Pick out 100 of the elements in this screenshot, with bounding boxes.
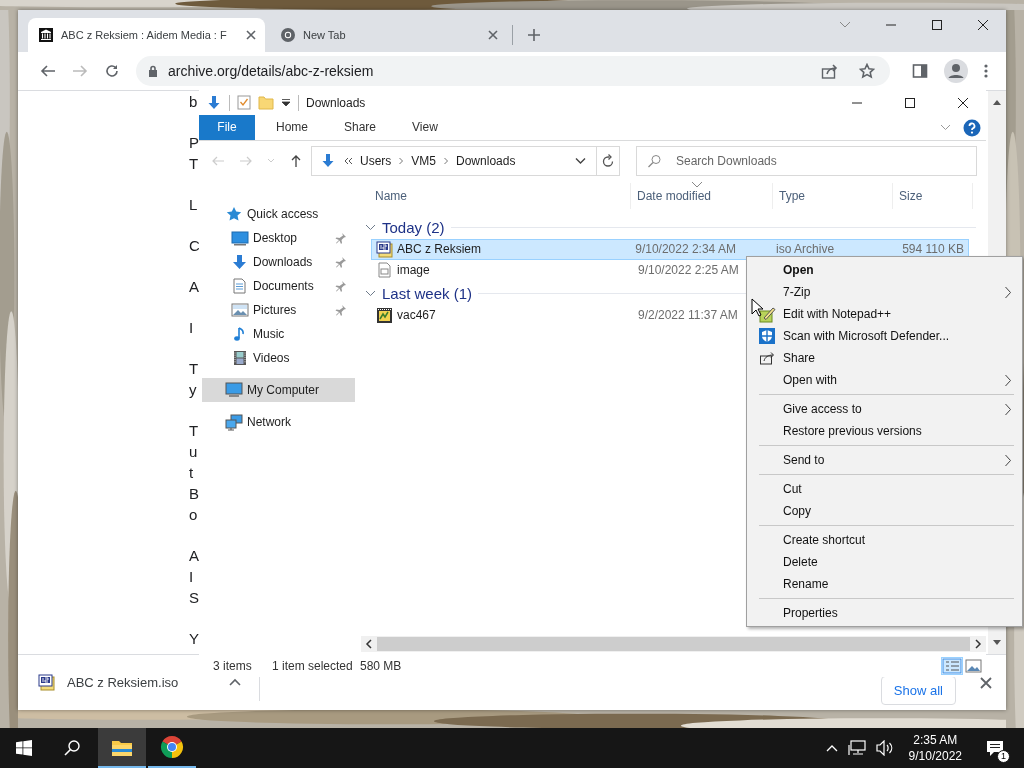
pin-icon: [335, 232, 347, 244]
navigation-item[interactable]: Videos: [202, 346, 355, 370]
navigation-item[interactable]: My Computer: [202, 378, 355, 402]
menu-item[interactable]: Edit with Notepad++: [749, 303, 1020, 325]
share-icon[interactable]: [821, 63, 839, 79]
close-icon[interactable]: [245, 29, 257, 41]
menu-icon[interactable]: [984, 63, 988, 79]
column-header[interactable]: Size: [893, 183, 973, 209]
down-arrow-icon[interactable]: [206, 94, 222, 111]
page-text: y: [189, 380, 197, 400]
navigation-item[interactable]: Documents: [202, 274, 355, 298]
browser-tab[interactable]: New Tab: [270, 18, 507, 52]
file-name: vac467: [397, 307, 436, 324]
search-field[interactable]: Search Downloads: [636, 146, 977, 176]
side-panel-icon[interactable]: [912, 63, 928, 79]
reload-icon[interactable]: [104, 63, 120, 79]
help-icon[interactable]: [963, 118, 981, 137]
maximize-icon[interactable]: [931, 19, 943, 31]
browser-tab[interactable]: ABC z Reksiem : Aidem Media : F: [28, 18, 265, 52]
new-tab-icon[interactable]: [527, 28, 541, 42]
taskbar-app[interactable]: [98, 728, 146, 768]
menu-item[interactable]: Give access to: [749, 398, 1020, 420]
ribbon-tab[interactable]: Share: [329, 115, 392, 140]
file-date: 9/10/2022 2:25 AM: [637, 262, 740, 279]
menu-item[interactable]: 7-Zip: [749, 281, 1020, 303]
selection-size: 580 MB: [360, 659, 402, 673]
menu-item[interactable]: Rename: [749, 573, 1020, 595]
pin-icon: [335, 280, 347, 292]
menu-item[interactable]: Open: [749, 259, 1020, 281]
large-icons-view-icon[interactable]: [964, 658, 984, 674]
url-text: archive.org/details/abc-z-reksiem: [168, 63, 374, 79]
menu-item[interactable]: Copy: [749, 500, 1020, 522]
item-count: 3 items: [213, 659, 253, 673]
column-header[interactable]: Name: [361, 183, 631, 209]
navigation-item[interactable]: Pictures: [202, 298, 355, 322]
menu-item[interactable]: Cut: [749, 478, 1020, 500]
breadcrumb-item[interactable]: VM5: [411, 154, 437, 168]
breadcrumb-item[interactable]: Users: [360, 154, 392, 168]
ribbon-tab[interactable]: View: [397, 115, 453, 140]
menu-item[interactable]: Create shortcut: [749, 529, 1020, 551]
file-row[interactable]: ABC z Reksiem 9/10/2022 2:34 AM iso Archive 594 110 KB: [371, 239, 969, 260]
menu-item[interactable]: Share: [749, 347, 1020, 369]
address-field[interactable]: Users VM5 Downloads: [311, 146, 596, 176]
navigation-item[interactable]: Network: [202, 410, 355, 434]
avatar-icon[interactable]: [944, 59, 968, 83]
chevron-right-icon: [443, 157, 450, 165]
column-header[interactable]: Type: [773, 183, 893, 209]
close-icon[interactable]: [977, 19, 989, 31]
pin-icon: [335, 256, 347, 268]
show-all-button[interactable]: Show all: [880, 676, 956, 705]
forward-icon: [72, 63, 88, 79]
selection-info: 1 item selected: [272, 659, 354, 673]
scrollbar[interactable]: [361, 636, 986, 652]
close-icon[interactable]: [957, 96, 969, 109]
menu-item[interactable]: Properties: [749, 602, 1020, 624]
chevron-up-icon[interactable]: [825, 743, 838, 753]
navigation-item[interactable]: Music: [202, 322, 355, 346]
file-name: ABC z Reksiem: [397, 241, 482, 258]
navigation-item[interactable]: Downloads: [202, 250, 355, 274]
installer-icon: [376, 307, 393, 324]
column-header[interactable]: Date modified: [631, 183, 773, 209]
navigation-item[interactable]: Quick access: [202, 202, 355, 226]
properties-icon[interactable]: [237, 95, 251, 110]
menu-item[interactable]: Restore previous versions: [749, 420, 1020, 442]
navigation-item[interactable]: Desktop: [202, 226, 355, 250]
up-arrow-icon[interactable]: [289, 154, 303, 168]
back-icon: [211, 154, 225, 168]
chevron-down-icon: [267, 158, 275, 164]
file-icon: [376, 262, 393, 279]
group-header[interactable]: Today (2): [361, 215, 986, 239]
ribbon-tab[interactable]: File: [199, 115, 255, 140]
refresh-button[interactable]: [596, 146, 620, 176]
ribbon-tab[interactable]: Home: [261, 115, 323, 140]
menu-item[interactable]: Delete: [749, 551, 1020, 573]
menu-item[interactable]: Open with: [749, 369, 1020, 391]
maximize-icon[interactable]: [904, 96, 916, 109]
back-icon[interactable]: [40, 63, 56, 79]
cursor-icon: [751, 298, 765, 318]
menu-item[interactable]: Scan with Microsoft Defender...: [749, 325, 1020, 347]
dropdown-icon[interactable]: [281, 98, 291, 107]
notification-button[interactable]: 1: [976, 728, 1016, 768]
clock[interactable]: 2:35 AM 9/10/2022: [908, 732, 962, 764]
menu-item[interactable]: Send to: [749, 449, 1020, 471]
file-date: 9/10/2022 2:34 AM: [634, 241, 737, 258]
page-text: I: [189, 318, 194, 338]
page-text: t: [189, 463, 194, 483]
pin-icon: [335, 304, 347, 316]
breadcrumb-item[interactable]: Downloads: [456, 154, 516, 168]
scroll-down-icon: [992, 639, 1002, 646]
speaker-icon[interactable]: [875, 740, 894, 756]
star-icon[interactable]: [859, 63, 875, 79]
address-bar[interactable]: archive.org/details/abc-z-reksiem: [136, 56, 890, 86]
network-icon: [225, 413, 243, 431]
film-icon: [231, 350, 249, 366]
network-icon[interactable]: [847, 740, 866, 756]
chevron-down-icon: [365, 223, 376, 231]
close-icon[interactable]: [980, 676, 992, 689]
chevron-down-icon[interactable]: [575, 157, 586, 165]
caret-icon[interactable]: [229, 678, 241, 687]
notepad-icon: [758, 305, 776, 323]
